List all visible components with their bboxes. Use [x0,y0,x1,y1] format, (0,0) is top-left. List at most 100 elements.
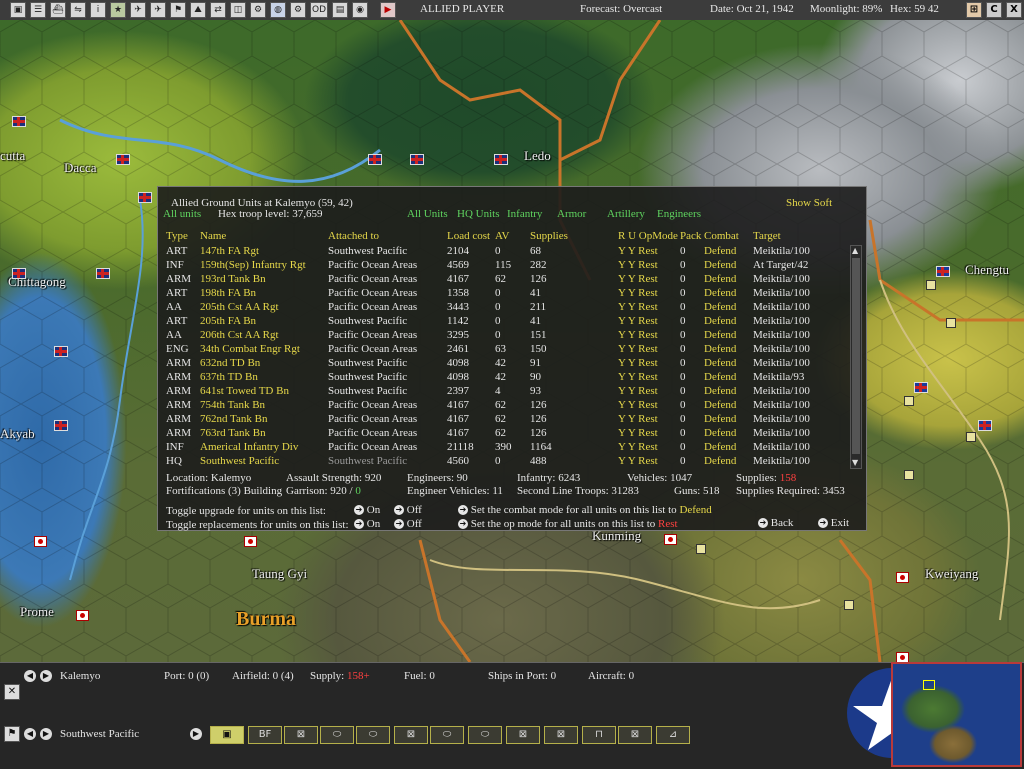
table-row[interactable]: AA 205th Cst AA Rgt Pacific Ocean Areas 344… [158,301,848,315]
cell-combat[interactable]: Defend [704,399,736,411]
next-command-icon[interactable]: ▶ [40,728,52,740]
japanese-flag-icon[interactable] [896,652,909,662]
cell-name[interactable]: Southwest Pacific [200,455,279,467]
aircraft-icon[interactable]: ✈ [130,2,146,18]
cell-ru[interactable]: Y Y Rest [618,441,658,453]
cell-name[interactable]: 193rd Tank Bn [200,273,266,285]
combat-mode-value[interactable]: Defend [679,504,711,516]
transfer-icon[interactable]: ⇄ [210,2,226,18]
plane-group-icon[interactable]: ✈ [150,2,166,18]
units-scrollbar[interactable]: ▲ ▼ [850,245,862,469]
unit-counter[interactable] [946,318,956,328]
chinese-flag-icon[interactable] [978,420,992,431]
cell-name[interactable]: 205th FA Bn [200,315,256,327]
cell-combat[interactable]: Defend [704,357,736,369]
cell-combat[interactable]: Defend [704,315,736,327]
cell-name[interactable]: 34th Combat Engr Rgt [200,343,300,355]
star-icon[interactable]: ★ [110,2,126,18]
cell-ru[interactable]: Y Y Rest [618,385,658,397]
cell-ru[interactable]: Y Y Rest [618,259,658,271]
british-flag-icon[interactable] [54,346,68,357]
cell-name[interactable]: 641st Towed TD Bn [200,385,289,397]
cell-ru[interactable]: Y Y Rest [618,287,658,299]
col-header-supplies[interactable]: Supplies [530,230,568,242]
cell-combat[interactable]: Defend [704,343,736,355]
unit-counter[interactable] [926,280,936,290]
table-row[interactable]: ART 147th FA Rgt Southwest Pacific 2104 0 68 Y… [158,245,848,259]
cell-name[interactable]: 632nd TD Bn [200,357,260,369]
chinese-flag-icon[interactable] [936,266,950,277]
cell-ru[interactable]: Y Y Rest [618,357,658,369]
crossed-swords-icon[interactable]: ✕ [4,684,20,700]
cell-combat[interactable]: Defend [704,385,736,397]
mech-symbol-icon[interactable]: ⊠ [394,726,428,744]
cell-ru[interactable]: Y Y Rest [618,301,658,313]
table-row[interactable]: ARM 632nd TD Bn Southwest Pacific 4098 42 91 Y… [158,357,848,371]
scroll-down-icon[interactable]: ▼ [852,459,860,467]
cell-combat[interactable]: Defend [704,301,736,313]
unit-counter[interactable] [844,600,854,610]
col-header-load[interactable]: Load cost [447,230,490,242]
back-button[interactable]: ➔ Back [758,517,793,529]
exit-button[interactable]: ➔ Exit [818,517,849,529]
infantry-symbol-icon[interactable]: ⊠ [284,726,318,744]
set-op-mode-button[interactable]: ➔ Set the op mode for all units on this … [458,518,678,530]
cell-ru[interactable]: Y Y Rest [618,245,658,257]
strip-bf-button[interactable]: BF [248,726,282,744]
table-row[interactable]: INF Americal Infantry Div Pacific Ocean Ar… [158,441,848,455]
armor-symbol-icon[interactable]: ⬭ [468,726,502,744]
table-row[interactable]: ARM 193rd Tank Bn Pacific Ocean Areas 4167 6… [158,273,848,287]
col-header-type[interactable]: Type [166,230,188,242]
infantry-symbol-icon[interactable]: ⊠ [618,726,652,744]
col-header-opmode[interactable]: R U OpMode [618,230,678,242]
japanese-flag-icon[interactable] [76,610,89,621]
set-combat-mode-button[interactable]: ➔ Set the combat mode for all units on t… [458,504,712,516]
col-header-name[interactable]: Name [200,230,226,242]
cell-name[interactable]: 762nd Tank Bn [200,413,267,425]
cell-name[interactable]: 206th Cst AA Rgt [200,329,279,341]
upgrade-on-button[interactable]: ➔ On [354,504,380,516]
cell-name[interactable]: 205th Cst AA Rgt [200,301,279,313]
close-button[interactable]: X [1006,2,1022,18]
engineer-symbol-icon[interactable]: ⊓ [582,726,616,744]
upgrade-off-button[interactable]: ➔ Off [394,504,422,516]
gear-icon[interactable]: ⚙ [290,2,306,18]
cell-ru[interactable]: Y Y Rest [618,329,658,341]
col-header-av[interactable]: AV [495,230,509,242]
replacements-off-button[interactable]: ➔ Off [394,518,422,530]
armor-symbol-icon[interactable]: ⬭ [320,726,354,744]
filter-armor[interactable]: Armor [557,208,586,220]
terrain-icon[interactable]: ⛰ [190,2,206,18]
selected-unit-icon[interactable]: ▣ [210,726,244,744]
unit-counter[interactable] [904,396,914,406]
cell-combat[interactable]: Defend [704,273,736,285]
cell-ru[interactable]: Y Y Rest [618,371,658,383]
list-icon[interactable]: ☰ [30,2,46,18]
cell-combat[interactable]: Defend [704,329,736,341]
od-button[interactable]: OD [310,2,328,18]
flag-icon[interactable]: ⚑ [170,2,186,18]
british-flag-icon[interactable] [12,268,26,279]
japanese-flag-icon[interactable] [664,534,677,545]
british-flag-icon[interactable] [410,154,424,165]
table-row[interactable]: AA 206th Cst AA Rgt Pacific Ocean Areas 329… [158,329,848,343]
cell-combat[interactable]: Defend [704,287,736,299]
cell-name[interactable]: Americal Infantry Div [200,441,298,453]
british-flag-icon[interactable] [12,116,26,127]
cell-ru[interactable]: Y Y Rest [618,399,658,411]
screen-icon[interactable]: ▣ [10,2,26,18]
op-mode-value[interactable]: Rest [658,518,678,530]
settings-icon[interactable]: ⊞ [966,2,982,18]
cell-combat[interactable]: Defend [704,413,736,425]
filter-engineers[interactable]: Engineers [657,208,701,220]
hq-symbol-icon[interactable]: ⊿ [656,726,690,744]
table-row[interactable]: ARM 754th Tank Bn Pacific Ocean Areas 4167 6… [158,399,848,413]
chinese-flag-icon[interactable] [914,382,928,393]
table-row[interactable]: ARM 637th TD Bn Southwest Pacific 4098 42 90 Y… [158,371,848,385]
japanese-flag-icon[interactable] [244,536,257,547]
camera-icon[interactable]: ◉ [352,2,368,18]
flag-toggle-icon[interactable]: ⚑ [4,726,20,742]
globe-icon[interactable]: ◍ [270,2,286,18]
cell-name[interactable]: 754th Tank Bn [200,399,265,411]
col-header-attached[interactable]: Attached to [328,230,379,242]
